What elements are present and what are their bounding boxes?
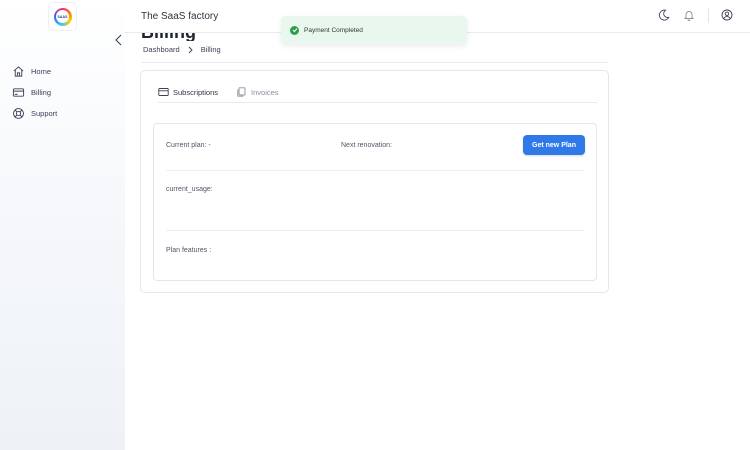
theme-toggle-button[interactable] xyxy=(657,8,671,22)
toast-message: Payment Completed xyxy=(304,26,363,34)
credit-card-icon xyxy=(12,88,25,97)
breadcrumb-billing: Billing xyxy=(200,45,221,54)
panel-divider xyxy=(166,170,584,171)
collapse-sidebar-button[interactable] xyxy=(112,33,124,47)
tab-subscriptions[interactable]: Subscriptions xyxy=(158,87,218,97)
chevron-right-icon xyxy=(188,46,193,54)
tab-invoices[interactable]: Invoices xyxy=(236,87,279,97)
page-title: Billing xyxy=(141,33,196,41)
plan-features-label: Plan features : xyxy=(166,247,212,254)
chevron-left-icon xyxy=(114,34,121,46)
app-logo[interactable]: SAAS xyxy=(49,3,76,30)
next-renovation-label: Next renovation: xyxy=(341,142,392,149)
sidebar: SAAS Home Billing Support xyxy=(0,0,125,450)
check-circle-icon xyxy=(290,25,299,35)
success-toast[interactable]: Payment Completed xyxy=(281,16,467,44)
current-plan-label: Current plan: - xyxy=(166,142,211,149)
breadcrumb-divider xyxy=(141,62,608,63)
sidebar-item-billing[interactable]: Billing xyxy=(12,82,57,103)
notifications-button[interactable] xyxy=(682,8,696,22)
billing-tabs: Subscriptions Invoices xyxy=(158,87,297,97)
sidebar-item-label: Support xyxy=(31,109,58,118)
tabs-divider xyxy=(158,102,597,103)
app-title: The SaaS factory xyxy=(141,11,219,22)
moon-icon xyxy=(658,9,670,21)
breadcrumb-dashboard[interactable]: Dashboard xyxy=(143,45,180,54)
get-new-plan-button[interactable]: Get new Plan xyxy=(523,135,585,155)
lifebuoy-icon xyxy=(13,108,24,119)
panel-divider xyxy=(166,230,584,231)
current-usage-label: current_usage: xyxy=(166,186,213,193)
header-separator xyxy=(708,8,709,23)
bell-icon xyxy=(683,11,695,21)
logo-text: SAAS xyxy=(57,14,68,19)
subscription-panel: Current plan: - Next renovation: Get new… xyxy=(153,123,597,281)
billing-card: Subscriptions Invoices Current plan: - N… xyxy=(140,70,609,293)
user-circle-icon xyxy=(721,9,733,21)
home-icon xyxy=(13,66,24,77)
tab-label: Subscriptions xyxy=(173,87,219,97)
sidebar-item-home[interactable]: Home xyxy=(12,61,57,82)
breadcrumb: Dashboard Billing xyxy=(143,45,221,54)
documents-icon xyxy=(237,87,246,97)
logo-ring-icon: SAAS xyxy=(53,7,72,26)
sidebar-item-label: Billing xyxy=(31,88,52,97)
sidebar-nav: Home Billing Support xyxy=(12,61,57,124)
sidebar-item-support[interactable]: Support xyxy=(12,103,57,124)
user-menu-button[interactable] xyxy=(720,8,734,22)
credit-card-icon xyxy=(158,88,169,96)
sidebar-item-label: Home xyxy=(31,67,52,76)
tab-label: Invoices xyxy=(251,87,279,97)
